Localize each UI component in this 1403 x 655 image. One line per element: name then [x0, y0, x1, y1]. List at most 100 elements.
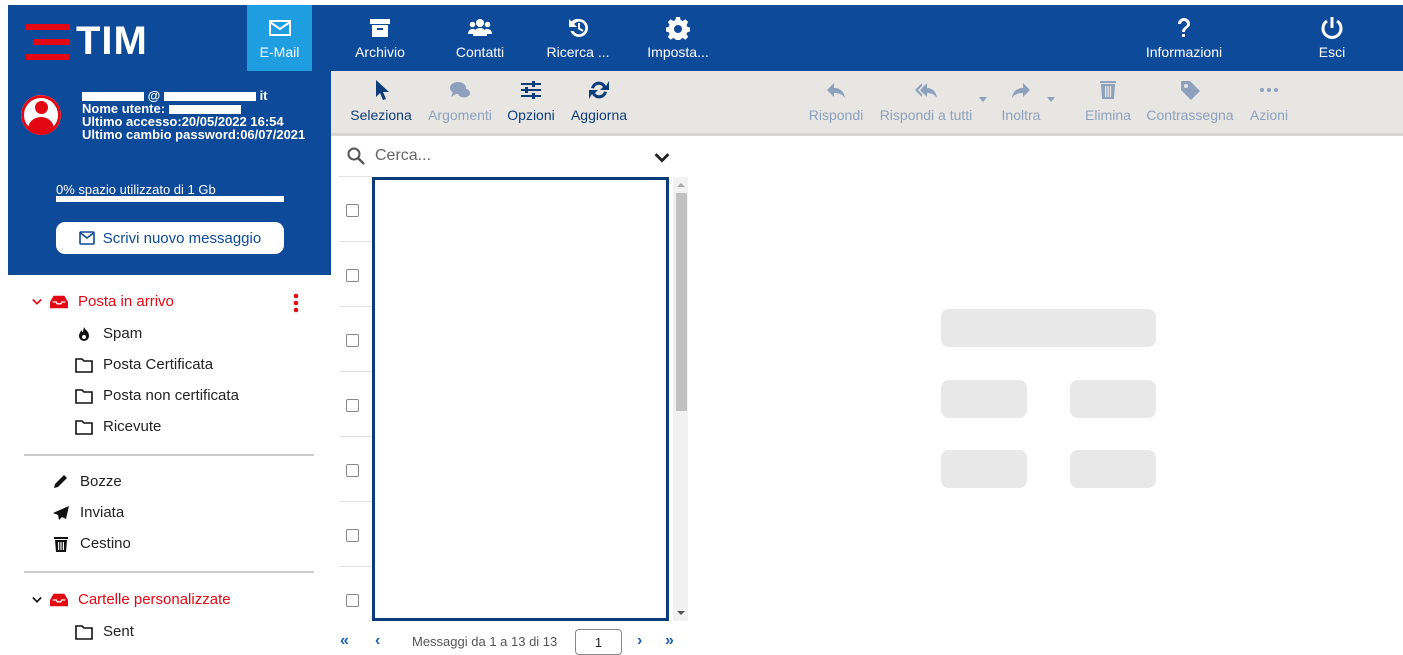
folder-non-certified[interactable]: Posta non certificata: [75, 387, 239, 404]
tim-logo[interactable]: TIM: [26, 19, 148, 64]
pencil-icon: [54, 474, 67, 488]
folder-icon: [75, 624, 93, 640]
folder-trash[interactable]: Cestino: [52, 535, 131, 552]
reading-pane: [691, 139, 1403, 655]
message-toolbar: Seleziona Argomenti Opzioni Aggiorna Ris…: [331, 71, 1403, 136]
trash-icon: [1100, 81, 1116, 99]
actions-button[interactable]: Azioni: [1245, 71, 1293, 133]
search-bar[interactable]: Cerca...: [339, 139, 689, 173]
scrollbar-thumb[interactable]: [676, 193, 687, 411]
reply-all-button[interactable]: Rispondi a tutti: [876, 71, 976, 133]
avatar: [21, 95, 61, 135]
message-checkbox[interactable]: [346, 529, 359, 542]
inbox-icon: [50, 593, 68, 606]
chevron-down-icon: [32, 596, 42, 603]
chevron-down-icon: [32, 298, 42, 305]
message-checkbox[interactable]: [346, 334, 359, 347]
loading-placeholder: [1070, 450, 1156, 488]
redacted-text: [163, 92, 256, 102]
loading-placeholder: [1070, 380, 1156, 418]
nav-settings-button[interactable]: Imposta...: [644, 5, 712, 71]
message-checkbox[interactable]: [346, 464, 359, 477]
row-divider: [339, 306, 372, 307]
more-vertical-icon[interactable]: [293, 293, 299, 313]
folder-tree: Posta in arrivo Spam Posta Certificata P…: [8, 275, 331, 655]
chevron-down-icon[interactable]: [653, 149, 671, 167]
folder-custom-label: Cartelle personalizzate: [78, 591, 231, 608]
topics-button[interactable]: Argomenti: [425, 71, 495, 133]
tim-logo-text: TIM: [76, 19, 148, 63]
next-page-button[interactable]: ›: [637, 632, 642, 650]
folder-custom[interactable]: Cartelle personalizzate: [32, 591, 231, 608]
storage-usage-bar: [56, 196, 284, 202]
pager-summary: Messaggi da 1 a 13 di 13: [412, 634, 558, 649]
redacted-text: [82, 92, 144, 102]
message-list-redacted[interactable]: [372, 177, 669, 621]
folder-inbox[interactable]: Posta in arrivo: [32, 293, 174, 310]
prev-page-button[interactable]: ‹: [375, 632, 380, 650]
reply-icon: [827, 83, 845, 98]
refresh-button[interactable]: Aggiorna: [568, 71, 630, 133]
folder-certified[interactable]: Posta Certificata: [75, 356, 213, 373]
power-icon: [1321, 17, 1343, 39]
archive-box-icon: [370, 19, 390, 37]
loading-placeholder: [941, 309, 1156, 347]
page-number-input[interactable]: 1: [575, 629, 622, 655]
inbox-icon: [50, 295, 68, 308]
folder-icon: [75, 419, 93, 435]
folder-non-certified-label: Posta non certificata: [103, 387, 239, 404]
folder-sent[interactable]: Inviata: [52, 504, 124, 521]
row-divider: [339, 501, 372, 502]
delete-button[interactable]: Elimina: [1083, 71, 1133, 133]
forward-icon: [1012, 83, 1030, 98]
folder-custom-sent[interactable]: Sent: [75, 623, 134, 640]
message-checkbox[interactable]: [346, 594, 359, 607]
nav-contacts-label: Contatti: [455, 44, 505, 60]
nav-contacts-button[interactable]: Contatti: [448, 5, 512, 71]
folder-received[interactable]: Ricevute: [75, 418, 161, 435]
nav-archive-label: Archivio: [355, 44, 405, 60]
message-checkbox[interactable]: [346, 269, 359, 282]
search-input[interactable]: Cerca...: [375, 147, 431, 165]
row-divider: [339, 241, 372, 242]
select-button[interactable]: Seleziona: [349, 71, 413, 133]
folder-divider: [24, 571, 314, 573]
folder-icon: [75, 388, 93, 404]
user-info: @ it Nome utente: Ultimo accesso:20/05/2…: [82, 89, 305, 141]
reply-all-dropdown-caret[interactable]: [979, 97, 987, 102]
storage-usage-text: 0% spazio utilizzato di 1 Gb: [56, 182, 216, 197]
message-checkbox[interactable]: [346, 204, 359, 217]
options-button[interactable]: Opzioni: [505, 71, 557, 133]
nav-search-button[interactable]: Ricerca ...: [540, 5, 616, 71]
folder-spam-label: Spam: [103, 325, 143, 342]
folder-icon: [75, 357, 93, 373]
reply-button[interactable]: Rispondi: [805, 71, 867, 133]
nav-info-button[interactable]: Informazioni: [1136, 5, 1232, 71]
forward-button[interactable]: Inoltra: [996, 71, 1046, 133]
folder-sent-label: Inviata: [80, 504, 125, 521]
nav-email-button[interactable]: E-Mail: [247, 5, 312, 71]
scroll-down-arrow[interactable]: [677, 611, 685, 615]
nav-logout-button[interactable]: Esci: [1308, 5, 1356, 71]
first-page-button[interactable]: «: [340, 632, 349, 650]
envelope-icon: [78, 231, 95, 245]
compose-button[interactable]: Scrivi nuovo messaggio: [56, 222, 284, 254]
folder-drafts[interactable]: Bozze: [52, 473, 122, 490]
forward-dropdown-caret[interactable]: [1047, 97, 1055, 102]
flag-button[interactable]: Contrassegna: [1144, 71, 1236, 133]
folder-custom-sent-label: Sent: [103, 623, 134, 640]
cursor-pointer-icon: [376, 80, 389, 100]
message-checkbox[interactable]: [346, 399, 359, 412]
users-icon: [468, 19, 492, 36]
folder-drafts-label: Bozze: [80, 473, 122, 490]
last-page-button[interactable]: »: [665, 632, 674, 650]
nav-archive-button[interactable]: Archivio: [348, 5, 412, 71]
folder-spam[interactable]: Spam: [75, 325, 142, 342]
scroll-up-arrow[interactable]: [677, 183, 685, 187]
top-navigation-bar: TIM E-Mail Archivio Contatti Ricerca ...…: [8, 5, 1403, 71]
redacted-text: [168, 105, 241, 115]
nav-search-label: Ricerca ...: [546, 44, 610, 60]
folder-inbox-label: Posta in arrivo: [78, 293, 174, 310]
more-horizontal-icon: [1260, 88, 1278, 92]
reply-all-icon: [915, 83, 937, 98]
